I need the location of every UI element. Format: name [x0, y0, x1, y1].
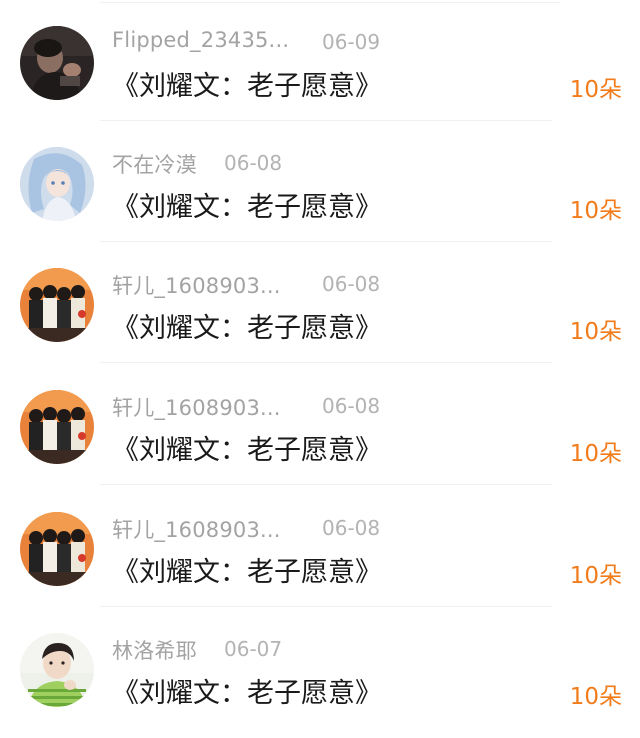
list-item[interactable]: Flipped_23435... 06-09 《刘耀文：老子愿意》 10朵 — [0, 0, 640, 121]
avatar[interactable] — [20, 633, 94, 707]
username[interactable]: 不在冷漠 — [112, 149, 197, 179]
gift-date: 06-08 — [322, 272, 381, 296]
list-item[interactable]: 不在冷漠 06-08 《刘耀文：老子愿意》 10朵 — [0, 121, 640, 242]
avatar[interactable] — [20, 390, 94, 464]
gift-date: 06-07 — [224, 637, 283, 661]
avatar[interactable] — [20, 26, 94, 100]
list-item[interactable]: 轩儿_1608903... 06-08 《刘耀文：老子愿意》 10朵 — [0, 486, 640, 607]
username[interactable]: 轩儿_1608903... — [112, 514, 281, 544]
avatar[interactable] — [20, 268, 94, 342]
gift-date: 06-08 — [322, 516, 381, 540]
flower-count: 10朵 — [569, 684, 622, 710]
gift-title: 《刘耀文：老子愿意》 — [112, 71, 382, 102]
avatar[interactable] — [20, 512, 94, 586]
flower-count: 10朵 — [569, 77, 622, 103]
avatar[interactable] — [20, 147, 94, 221]
gift-date: 06-09 — [322, 30, 381, 54]
gift-title: 《刘耀文：老子愿意》 — [112, 557, 382, 588]
list-item[interactable]: 轩儿_1608903... 06-08 《刘耀文：老子愿意》 10朵 — [0, 364, 640, 485]
list-item[interactable]: 轩儿_1608903... 06-08 《刘耀文：老子愿意》 10朵 — [0, 242, 640, 363]
username[interactable]: 轩儿_1608903... — [112, 392, 281, 422]
gift-title: 《刘耀文：老子愿意》 — [112, 192, 382, 223]
flower-count: 10朵 — [569, 563, 622, 589]
flower-count: 10朵 — [569, 319, 622, 345]
gift-title: 《刘耀文：老子愿意》 — [112, 678, 382, 709]
gift-title: 《刘耀文：老子愿意》 — [112, 435, 382, 466]
row-divider — [100, 484, 552, 485]
username[interactable]: 轩儿_1608903... — [112, 270, 281, 300]
username[interactable]: Flipped_23435... — [112, 28, 289, 52]
flower-count: 10朵 — [569, 198, 622, 224]
gift-date: 06-08 — [224, 151, 283, 175]
list-item[interactable]: 林洛希耶 06-07 《刘耀文：老子愿意》 10朵 — [0, 607, 640, 728]
gift-date: 06-08 — [322, 394, 381, 418]
gift-title: 《刘耀文：老子愿意》 — [112, 313, 382, 344]
row-divider — [100, 362, 552, 363]
flower-count: 10朵 — [569, 441, 622, 467]
username[interactable]: 林洛希耶 — [112, 635, 197, 665]
